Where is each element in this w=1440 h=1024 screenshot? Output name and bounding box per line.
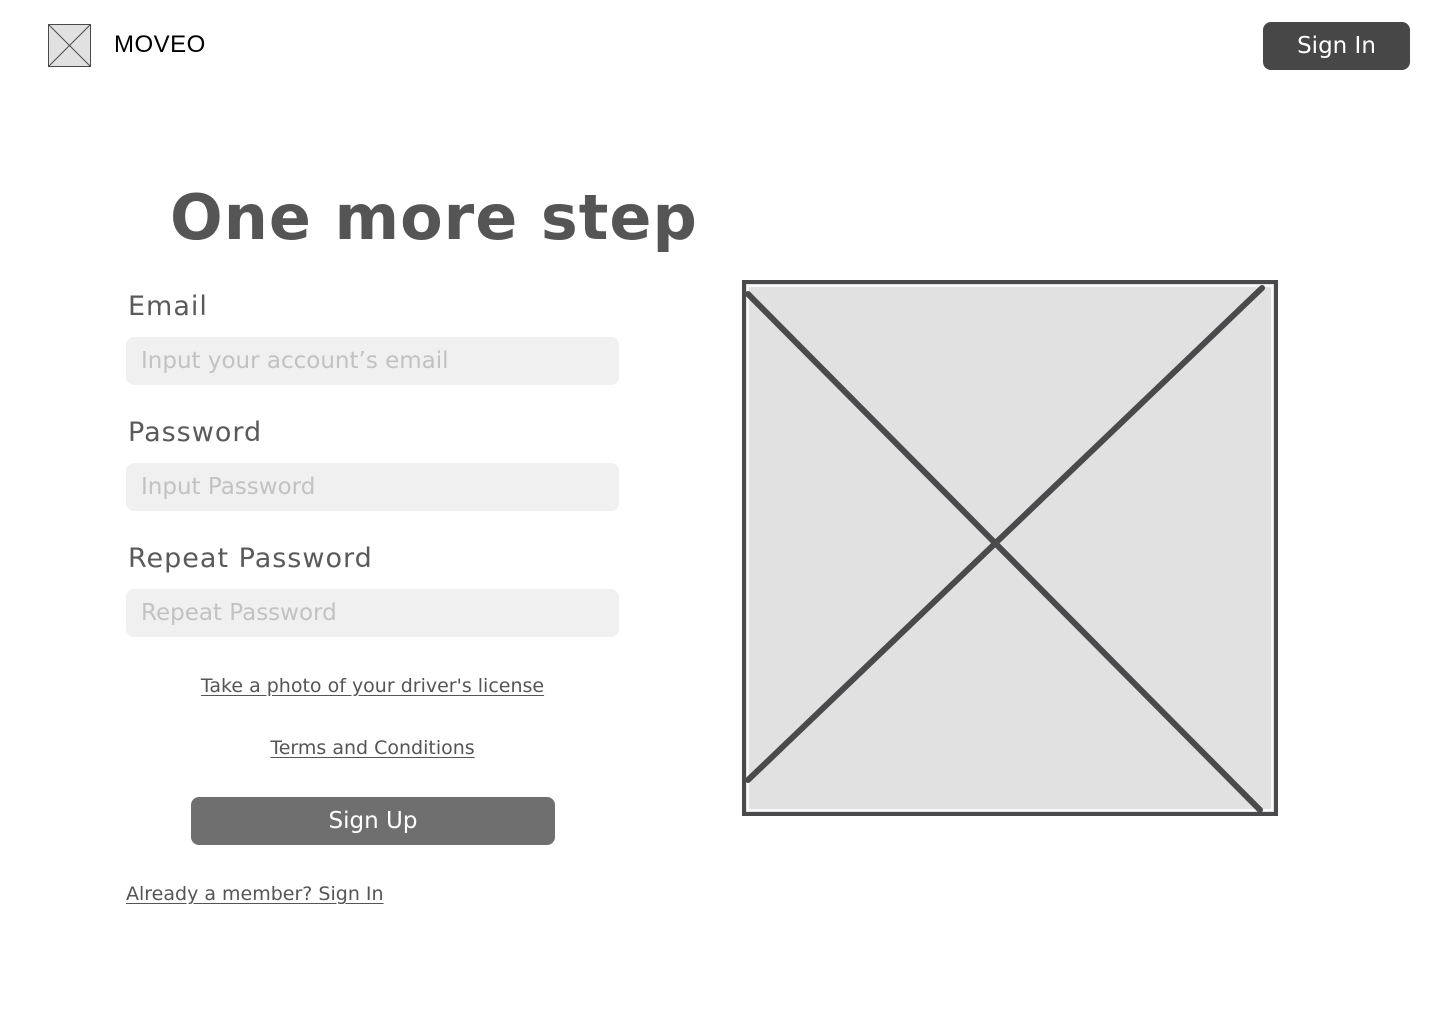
brand-name: MOVEO — [114, 31, 206, 58]
email-input[interactable] — [126, 337, 619, 385]
image-placeholder-icon — [48, 24, 91, 67]
header-sign-in-button[interactable]: Sign In — [1263, 22, 1410, 70]
password-input[interactable] — [126, 463, 619, 511]
email-label: Email — [128, 291, 208, 322]
logo[interactable] — [48, 24, 91, 67]
already-member-sign-in-link[interactable]: Already a member? Sign In — [126, 882, 384, 906]
repeat-password-input[interactable] — [126, 589, 619, 637]
hero-image — [742, 280, 1278, 816]
repeat-password-label: Repeat Password — [128, 543, 373, 574]
image-placeholder-icon — [742, 280, 1278, 816]
password-label: Password — [128, 417, 263, 448]
terms-and-conditions-link[interactable]: Terms and Conditions — [126, 736, 619, 760]
drivers-license-photo-link[interactable]: Take a photo of your driver's license — [126, 674, 619, 698]
page-title: One more step — [170, 181, 698, 254]
sign-up-button[interactable]: Sign Up — [191, 797, 555, 845]
